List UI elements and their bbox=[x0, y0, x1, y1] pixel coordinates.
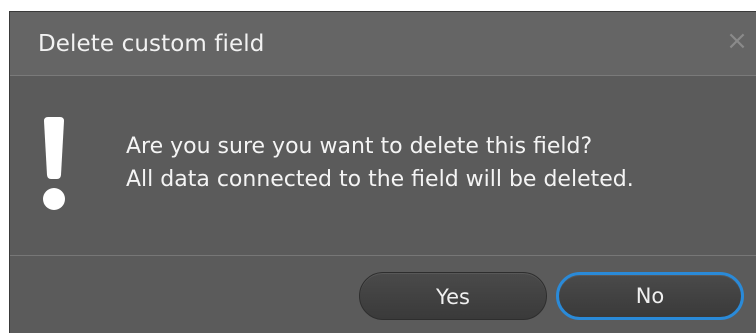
dialog-message: Are you sure you want to delete this fie… bbox=[126, 130, 634, 196]
dialog-title: Delete custom field bbox=[38, 31, 265, 57]
dialog-body: Are you sure you want to delete this fie… bbox=[10, 76, 756, 255]
no-button[interactable]: No bbox=[556, 272, 744, 320]
exclamation-icon bbox=[43, 117, 65, 210]
message-line-1: Are you sure you want to delete this fie… bbox=[126, 134, 593, 159]
delete-field-dialog: Delete custom field × Are you sure you w… bbox=[9, 11, 756, 333]
dialog-footer: Yes No bbox=[10, 256, 756, 334]
message-line-2: All data connected to the field will be … bbox=[126, 167, 634, 192]
dialog-titlebar: Delete custom field × bbox=[10, 12, 756, 76]
close-icon[interactable]: × bbox=[722, 26, 752, 56]
yes-button[interactable]: Yes bbox=[359, 272, 547, 320]
